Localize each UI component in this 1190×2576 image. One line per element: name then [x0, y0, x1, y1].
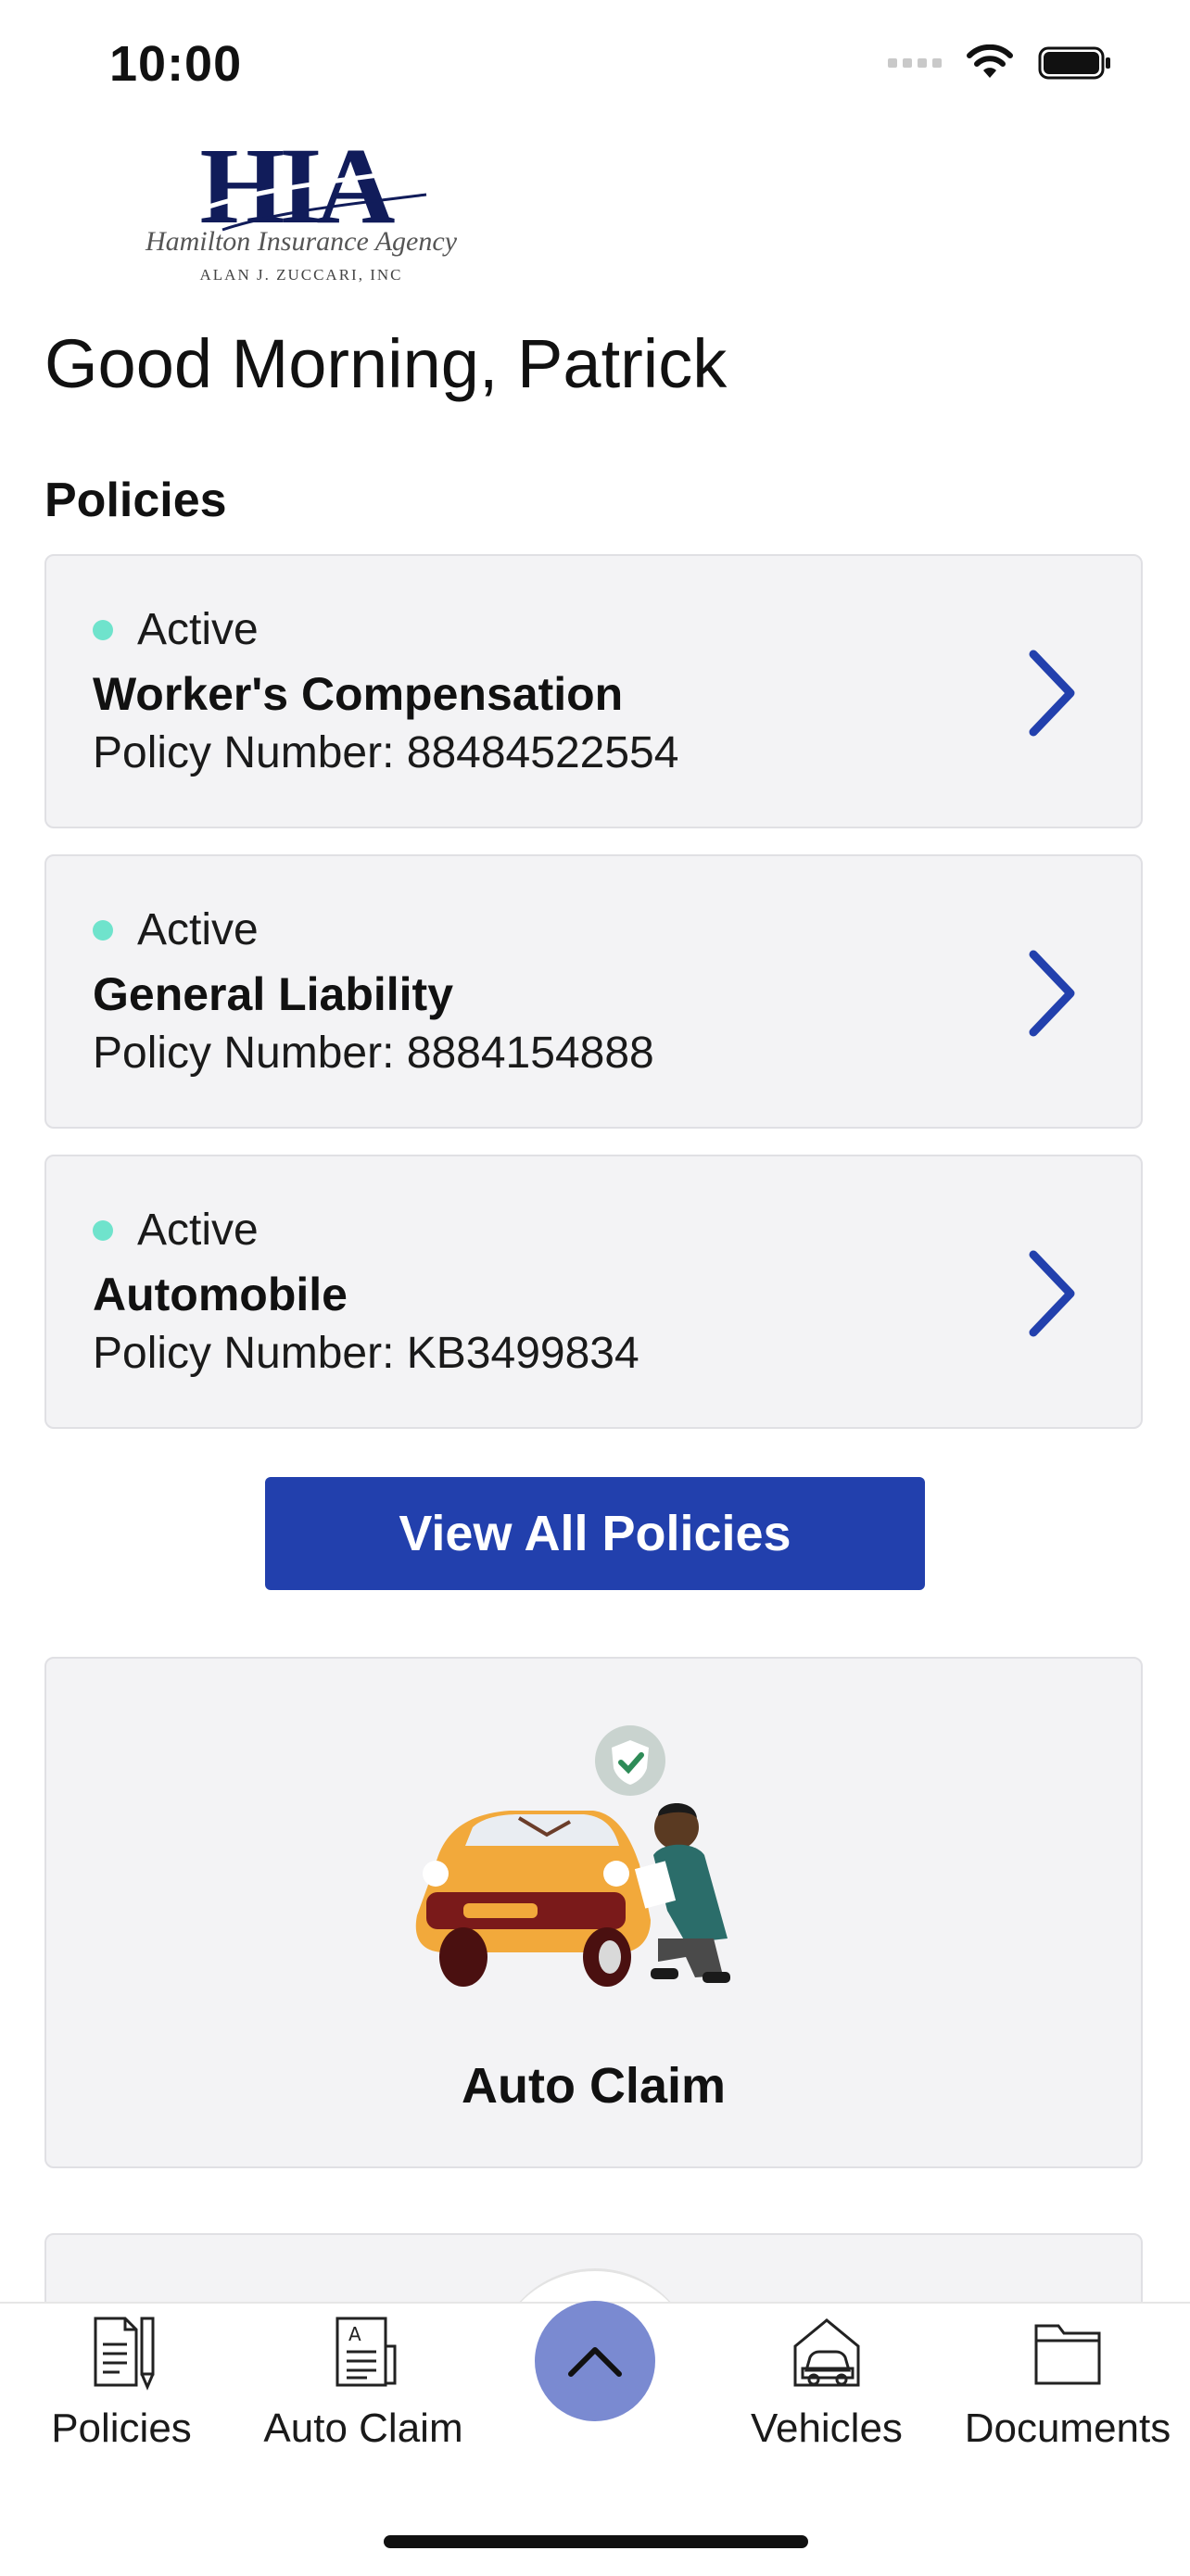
chevron-right-icon[interactable] [1024, 1247, 1080, 1340]
svg-text:ALAN J. ZUCCARI, INC: ALAN J. ZUCCARI, INC [200, 266, 403, 284]
active-status-dot [93, 619, 113, 640]
svg-text:A: A [348, 2323, 361, 2345]
policy-name: Automobile [93, 1269, 348, 1320]
svg-text:Hamilton Insurance Agency: Hamilton Insurance Agency [145, 226, 458, 257]
chevron-right-icon[interactable] [1024, 947, 1080, 1040]
policy-card[interactable]: Active Automobile Policy Number: KB34998… [44, 1155, 1143, 1429]
tab-auto-claim[interactable]: A Auto Claim [247, 2313, 479, 2452]
chevron-right-icon[interactable] [1024, 647, 1080, 739]
policy-name: General Liability [93, 968, 454, 1020]
tab-label: Auto Claim [263, 2406, 463, 2451]
tab-policies[interactable]: Policies [6, 2313, 237, 2452]
wifi-icon [967, 44, 1013, 78]
greeting-heading: Good Morning, Patrick [44, 325, 728, 402]
agency-logo: HIA Hamilton Insurance Agency ALAN J. ZU… [130, 125, 482, 292]
home-indicator [384, 2535, 808, 2548]
car-garage-icon [793, 2318, 860, 2387]
policy-document-icon [94, 2317, 155, 2391]
tab-documents[interactable]: Documents [952, 2313, 1184, 2452]
tab-label: Documents [964, 2406, 1171, 2451]
car-damage-illustration [415, 1725, 730, 1987]
tab-label: Vehicles [751, 2406, 903, 2451]
auto-claim-card[interactable]: Auto Claim [44, 1657, 1143, 2168]
chevron-up-icon [568, 2347, 622, 2377]
battery-icon [1038, 46, 1110, 80]
active-status-dot [93, 919, 113, 941]
policy-number: Policy Number: 8884154888 [93, 1029, 654, 1078]
folder-icon [1034, 2324, 1101, 2385]
policy-status: Active [137, 605, 259, 654]
auto-claim-label: Auto Claim [461, 2058, 726, 2114]
expand-menu-button[interactable] [535, 2301, 655, 2421]
cellular-signal-icon [888, 58, 942, 68]
status-time: 10:00 [109, 36, 243, 92]
tab-label: Policies [51, 2406, 192, 2451]
policy-card[interactable]: Active General Liability Policy Number: … [44, 854, 1143, 1129]
policy-status: Active [137, 905, 259, 954]
policies-heading: Policies [44, 474, 227, 527]
policy-card[interactable]: Active Worker's Compensation Policy Numb… [44, 554, 1143, 828]
status-icons [888, 44, 1112, 82]
policy-status: Active [137, 1206, 259, 1255]
view-all-policies-button[interactable]: View All Policies [265, 1477, 925, 1590]
claim-form-icon: A [335, 2317, 397, 2387]
tab-vehicles[interactable]: Vehicles [711, 2313, 943, 2452]
status-bar: 10:00 [0, 0, 1190, 130]
policy-name: Worker's Compensation [93, 668, 624, 720]
policy-number: Policy Number: 88484522554 [93, 728, 679, 777]
active-status-dot [93, 1219, 113, 1241]
policy-number: Policy Number: KB3499834 [93, 1329, 639, 1378]
